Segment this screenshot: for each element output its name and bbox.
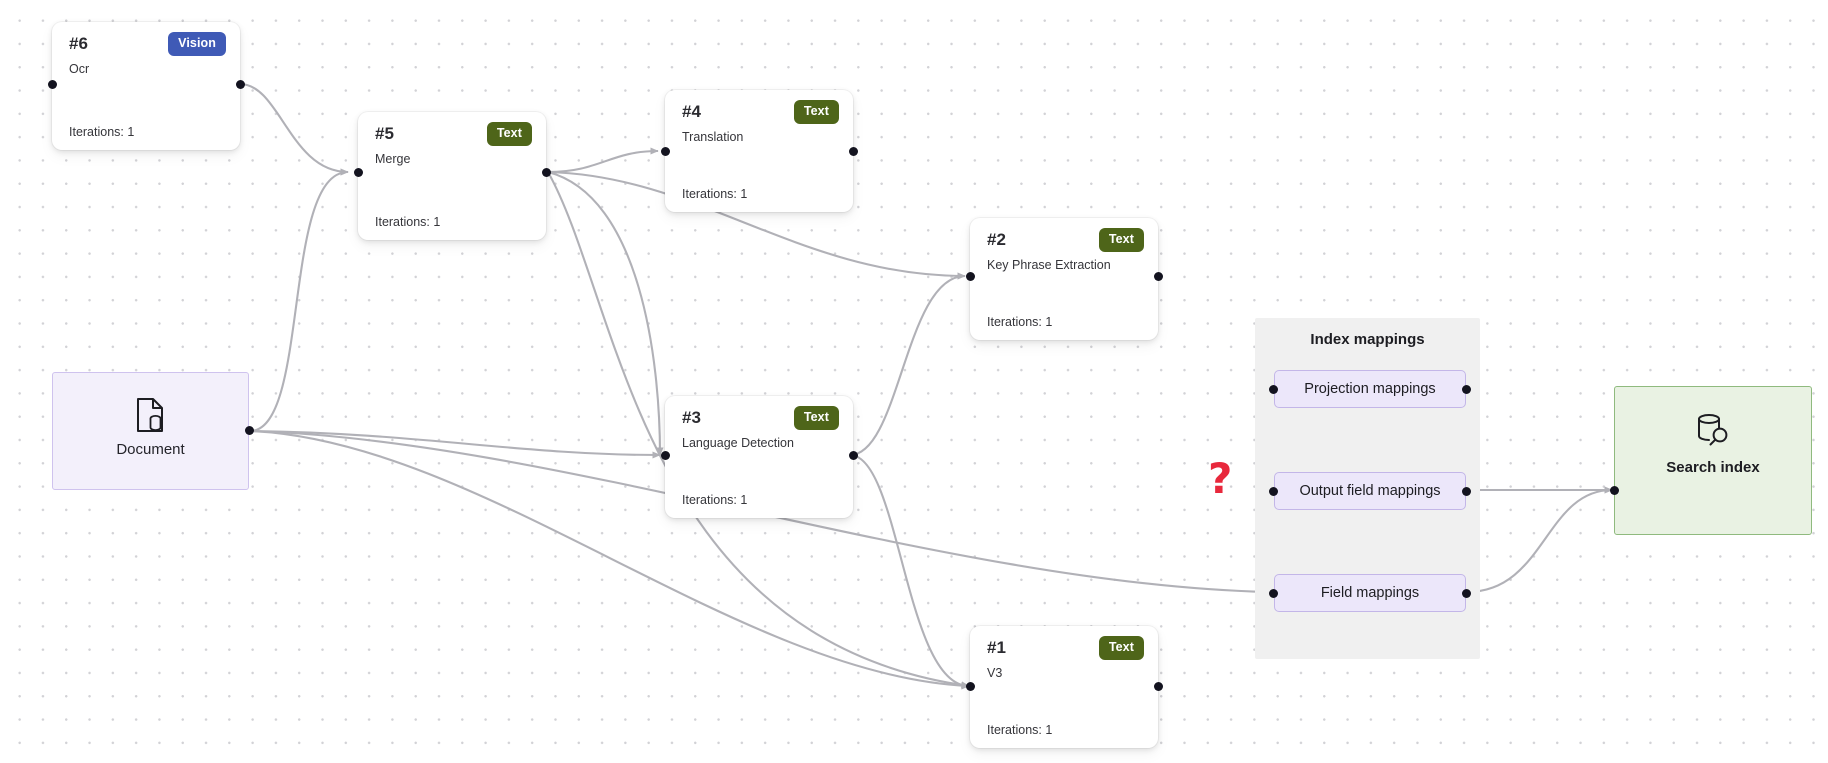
port-projection-mappings-out[interactable] xyxy=(1462,385,1471,394)
mapping-node-projection-mappings[interactable]: Projection mappings xyxy=(1274,370,1466,408)
port-merge-in[interactable] xyxy=(354,168,363,177)
edge-document-to-language-detection xyxy=(249,429,661,459)
skill-badge-merge: Text xyxy=(486,122,532,146)
port-ocr-out[interactable] xyxy=(236,80,245,89)
index-mappings-title: Index mappings xyxy=(1310,331,1425,348)
port-output-field-mappings-in[interactable] xyxy=(1269,487,1278,496)
skill-index-v3: #1 xyxy=(987,638,1007,657)
port-ocr-in[interactable] xyxy=(48,80,57,89)
port-translation-in[interactable] xyxy=(661,147,670,156)
graph-canvas[interactable]: Index mappings Projection mappings Outpu… xyxy=(0,0,1828,763)
skill-badge-ocr: Vision xyxy=(168,32,226,56)
skill-name-translation: Translation xyxy=(682,130,744,144)
port-language-detection-in[interactable] xyxy=(661,451,670,460)
skill-index-key-phrase-extraction: #2 xyxy=(987,230,1007,249)
port-v3-out[interactable] xyxy=(1154,682,1163,691)
skill-index-translation: #4 xyxy=(682,102,702,121)
port-search-index-in[interactable] xyxy=(1610,486,1619,495)
warning-question-mark-icon[interactable]: ? xyxy=(1208,458,1232,500)
edge-merge-to-language-detection xyxy=(547,170,664,456)
skill-name-v3: V3 xyxy=(987,666,1003,680)
skill-node-key-phrase-extraction[interactable]: #2 Key Phrase Extraction Text Iterations… xyxy=(970,218,1158,340)
search-index-node-label: Search index xyxy=(1666,459,1760,476)
port-key-phrase-extraction-in[interactable] xyxy=(966,272,975,281)
skill-badge-key-phrase-extraction: Text xyxy=(1098,228,1144,252)
edge-document-to-merge xyxy=(249,168,349,433)
document-node-label: Document xyxy=(116,441,185,458)
edge-layer xyxy=(239,82,1613,690)
edge-merge-to-translation xyxy=(547,147,659,174)
port-key-phrase-extraction-out[interactable] xyxy=(1154,272,1163,281)
edge-language-detection-to-key-phrase-extraction xyxy=(849,272,966,457)
edge-document-to-v3 xyxy=(249,429,970,690)
skill-index-language-detection: #3 xyxy=(682,408,702,427)
skill-iterations-merge: Iterations: 1 xyxy=(375,215,441,229)
skill-node-v3[interactable]: #1 V3 Text Iterations: 1 xyxy=(970,626,1158,748)
mapping-node-output-field-mappings[interactable]: Output field mappings xyxy=(1274,472,1466,510)
mapping-label-field-mappings: Field mappings xyxy=(1320,585,1420,601)
edge-language-detection-to-v3 xyxy=(849,453,970,690)
skill-iterations-key-phrase-extraction: Iterations: 1 xyxy=(987,315,1053,329)
skill-iterations-ocr: Iterations: 1 xyxy=(69,125,135,139)
document-node[interactable]: Document xyxy=(52,372,249,490)
port-v3-in[interactable] xyxy=(966,682,975,691)
document-lock-icon xyxy=(53,397,248,438)
skill-node-ocr[interactable]: #6 Ocr Vision Iterations: 1 xyxy=(52,22,240,150)
mapping-node-field-mappings[interactable]: Field mappings xyxy=(1274,574,1466,612)
port-field-mappings-out[interactable] xyxy=(1462,589,1471,598)
database-search-icon xyxy=(1615,411,1811,456)
skill-name-ocr: Ocr xyxy=(69,62,90,76)
skill-name-key-phrase-extraction: Key Phrase Extraction xyxy=(987,258,1111,272)
edge-ocr-to-merge xyxy=(239,82,349,176)
port-output-field-mappings-out[interactable] xyxy=(1462,487,1471,496)
port-language-detection-out[interactable] xyxy=(849,451,858,460)
skill-name-language-detection: Language Detection xyxy=(682,436,794,450)
skill-iterations-v3: Iterations: 1 xyxy=(987,723,1053,737)
skill-name-merge: Merge xyxy=(375,152,411,166)
port-projection-mappings-in[interactable] xyxy=(1269,385,1278,394)
skill-node-language-detection[interactable]: #3 Language Detection Text Iterations: 1 xyxy=(665,396,853,518)
skill-index-ocr: #6 xyxy=(69,34,89,53)
port-field-mappings-in[interactable] xyxy=(1269,589,1278,598)
port-translation-out[interactable] xyxy=(849,147,858,156)
skill-node-translation[interactable]: #4 Translation Text Iterations: 1 xyxy=(665,90,853,212)
port-document-out[interactable] xyxy=(245,426,254,435)
mapping-label-output-field-mappings: Output field mappings xyxy=(1299,483,1441,499)
edge-field-mappings-to-search-index xyxy=(1466,486,1613,594)
skill-node-merge[interactable]: #5 Merge Text Iterations: 1 xyxy=(358,112,546,240)
mapping-label-projection-mappings: Projection mappings xyxy=(1304,381,1436,397)
search-index-node[interactable]: Search index xyxy=(1614,386,1812,535)
skill-badge-language-detection: Text xyxy=(793,406,839,430)
skill-index-merge: #5 xyxy=(375,124,395,143)
skill-badge-translation: Text xyxy=(793,100,839,124)
port-merge-out[interactable] xyxy=(542,168,551,177)
skill-badge-v3: Text xyxy=(1098,636,1144,660)
skill-iterations-language-detection: Iterations: 1 xyxy=(682,493,748,507)
skill-iterations-translation: Iterations: 1 xyxy=(682,187,748,201)
